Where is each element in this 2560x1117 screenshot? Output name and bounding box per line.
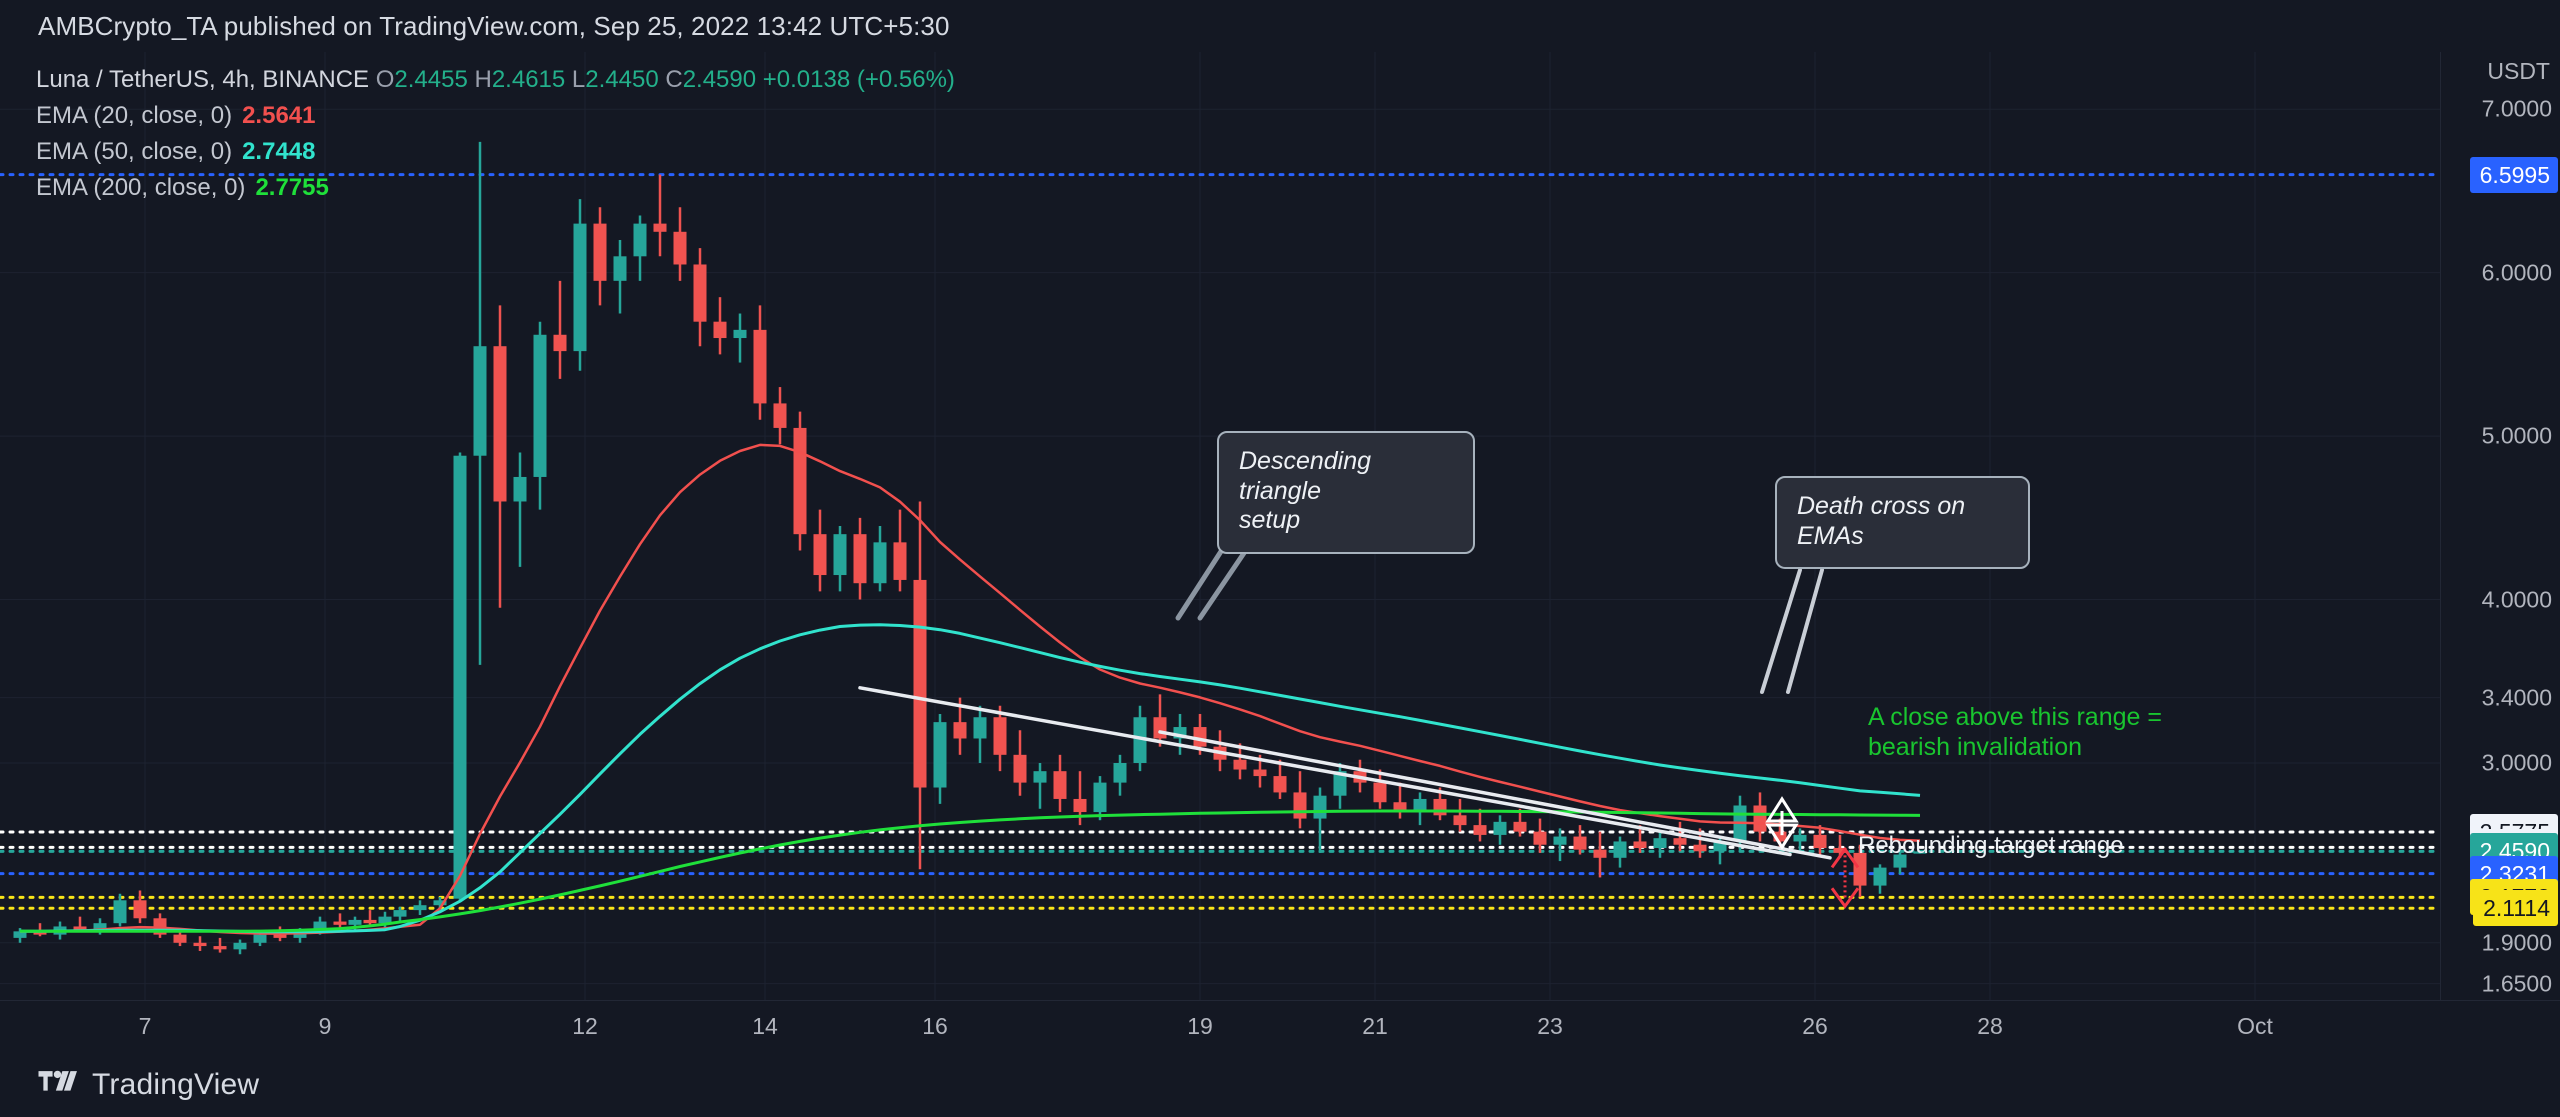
date-tick-label: 16	[922, 1013, 948, 1039]
ema200-label: EMA (200, close, 0)	[36, 174, 246, 201]
price-tick-label: 1.9000	[2481, 929, 2552, 956]
open-value: 2.4455	[394, 66, 468, 93]
time-axis[interactable]: 7 9 12 14 16 19 21 23 26 28 Oct	[0, 1000, 2560, 1052]
ema20-value: 2.5641	[242, 102, 316, 129]
legend-ema200-row[interactable]: EMA (200, close, 0) 2.7755	[36, 170, 955, 206]
price-badge[interactable]: 6.5995	[2469, 156, 2558, 193]
date-tick-label: 14	[752, 1013, 778, 1039]
publisher-text: AMBCrypto_TA published on TradingView.co…	[38, 10, 950, 41]
date-tick-label: 26	[1802, 1013, 1828, 1039]
date-tick-label: 28	[1977, 1013, 2003, 1039]
legend-symbol-row[interactable]: Luna / TetherUS, 4h, BINANCE O2.4455 H2.…	[36, 62, 955, 98]
chart-legend: Luna / TetherUS, 4h, BINANCE O2.4455 H2.…	[36, 62, 955, 206]
date-tick-label: 12	[572, 1013, 598, 1039]
ema50-label: EMA (50, close, 0)	[36, 138, 233, 165]
price-tick-label: 4.0000	[2481, 586, 2552, 613]
note-rebounding-target-range[interactable]: Rebounding target range	[1858, 832, 2124, 861]
footer-bar: TradingView	[0, 1052, 2560, 1117]
publisher-bar: AMBCrypto_TA published on TradingView.co…	[0, 0, 2560, 52]
screenshot-root: AMBCrypto_TA published on TradingView.co…	[0, 0, 2560, 1117]
callout-death-cross[interactable]: Death cross on EMAs	[1775, 476, 2030, 569]
tradingview-logo-icon	[38, 1069, 78, 1100]
price-axis-unit: USDT	[2487, 58, 2550, 84]
price-tick-label: 6.0000	[2481, 259, 2552, 286]
note-bearish-invalidation[interactable]: A close above this range = bearish inval…	[1868, 702, 2162, 762]
ema200-value: 2.7755	[255, 174, 329, 201]
change-absolute: +0.0138	[762, 66, 851, 93]
close-label: C	[665, 66, 683, 93]
high-label: H	[474, 66, 492, 93]
chart-plot-area[interactable]: Luna / TetherUS, 4h, BINANCE O2.4455 H2.…	[0, 52, 2440, 1000]
date-tick-label: Oct	[2237, 1013, 2273, 1039]
date-tick-label: 9	[318, 1013, 332, 1039]
high-value: 2.4615	[491, 66, 566, 93]
trendline-horizontal-support[interactable]	[1158, 730, 1832, 860]
open-label: O	[375, 66, 395, 93]
price-tick-label: 1.6500	[2481, 970, 2552, 997]
legend-ema20-row[interactable]: EMA (20, close, 0) 2.5641	[36, 98, 955, 134]
price-tick-label: 7.0000	[2481, 95, 2552, 122]
tradingview-brand-label: TradingView	[92, 1067, 260, 1101]
price-tick-label: 3.4000	[2481, 684, 2552, 711]
price-tick-label: 3.0000	[2481, 749, 2552, 776]
ema20-label: EMA (20, close, 0)	[36, 102, 233, 129]
date-tick-label: 19	[1187, 1013, 1213, 1039]
symbol-label: Luna / TetherUS, 4h, BINANCE	[36, 66, 370, 93]
price-tick-label: 5.0000	[2481, 422, 2552, 449]
trendline-descending-resistance[interactable]	[858, 686, 1792, 857]
rebound-arrow-head-up	[1830, 846, 1860, 869]
legend-ema50-row[interactable]: EMA (50, close, 0) 2.7448	[36, 134, 955, 170]
low-value: 2.4450	[585, 66, 659, 93]
price-badge[interactable]: 2.1114	[2473, 890, 2558, 927]
date-tick-label: 7	[138, 1013, 152, 1039]
date-tick-label: 21	[1362, 1013, 1388, 1039]
price-axis[interactable]: USDT 7.0000 6.0000 5.0000 4.0000 3.4000 3.000…	[2440, 52, 2560, 1000]
ema50-value: 2.7448	[242, 138, 316, 165]
change-percent: (+0.56%)	[856, 66, 955, 93]
low-label: L	[571, 66, 586, 93]
date-tick-label: 23	[1537, 1013, 1563, 1039]
tradingview-logo[interactable]: TradingView	[38, 1068, 259, 1102]
chart-frame: Luna / TetherUS, 4h, BINANCE O2.4455 H2.…	[0, 52, 2560, 1052]
callout-descending-triangle[interactable]: Descending triangle setup	[1217, 431, 1475, 554]
close-value: 2.4590	[682, 66, 757, 93]
